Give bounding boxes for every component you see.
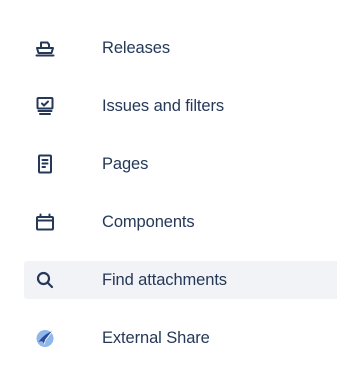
sidebar-item-find-attachments[interactable]: Find attachments — [24, 261, 337, 299]
sidebar-item-pages[interactable]: Pages — [24, 145, 337, 183]
sidebar-item-label: Components — [102, 212, 195, 231]
sidebar-item-label: External Share — [102, 328, 210, 347]
ship-icon — [35, 38, 55, 58]
sidebar-item-label: Pages — [102, 154, 149, 173]
sidebar-item-label: Issues and filters — [102, 96, 225, 115]
page-icon — [35, 154, 55, 174]
sidebar-item-label: Releases — [102, 38, 170, 57]
sidebar-item-components[interactable]: Components — [24, 203, 337, 241]
external-share-icon — [35, 328, 55, 348]
project-sidebar: Releases Issues and filters Pages Compon… — [0, 0, 337, 378]
sidebar-item-label: Find attachments — [102, 270, 227, 289]
sidebar-item-releases[interactable]: Releases — [24, 29, 337, 67]
sidebar-item-issues-and-filters[interactable]: Issues and filters — [24, 87, 337, 125]
sidebar-nav-list: Releases Issues and filters Pages Compon… — [24, 29, 337, 357]
search-icon — [35, 270, 55, 290]
issues-filter-icon — [35, 96, 55, 116]
sidebar-item-external-share[interactable]: External Share — [24, 319, 337, 357]
components-icon — [35, 212, 55, 232]
